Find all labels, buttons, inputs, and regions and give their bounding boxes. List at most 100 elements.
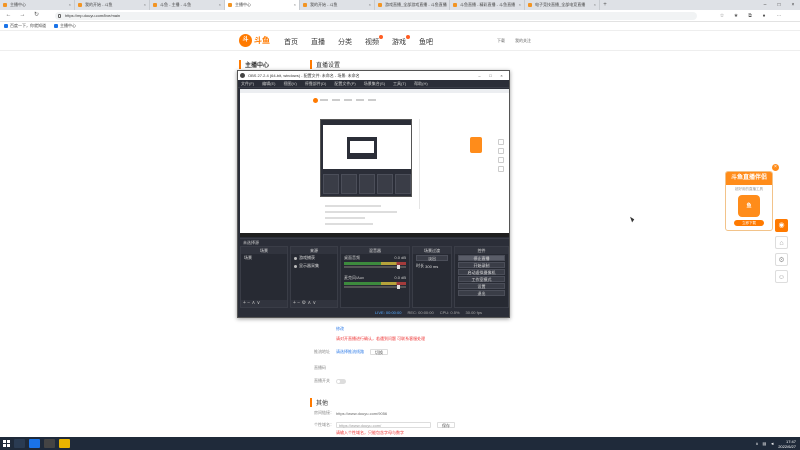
folder-icon[interactable]	[59, 439, 70, 448]
minimize-icon[interactable]: –	[758, 0, 772, 10]
section-title: 直播设置	[310, 60, 340, 69]
nav-video[interactable]: 视频	[365, 35, 383, 47]
clock[interactable]: 17:47 2022/6/27	[778, 439, 796, 449]
transitions-dock: 场景过渡 淡出 时长 300 ms	[412, 246, 452, 308]
nav-live[interactable]: 直播	[311, 37, 325, 47]
volume-icon[interactable]: ◄	[770, 441, 774, 446]
transition-select[interactable]: 淡出	[416, 255, 448, 261]
stop-streaming-button[interactable]: 停止直播	[458, 255, 505, 261]
studio-mode-button[interactable]: 工作室模式	[458, 276, 505, 282]
menu-view[interactable]: 视图(V)	[283, 80, 296, 87]
scenes-dock-toolbar[interactable]: + − ∧ ∨	[241, 300, 287, 307]
streamer-tool-ad[interactable]: 斗鱼直播伴侣 超好用的直播工具 鱼 立即下载	[725, 171, 773, 231]
settings-float-icon[interactable]: ⚙	[775, 253, 788, 266]
task-view-icon[interactable]	[14, 439, 25, 448]
custom-domain-save-button[interactable]: 保存	[437, 422, 455, 428]
close-tab-icon[interactable]: ×	[444, 2, 446, 7]
virtual-camera-button[interactable]: 启动虚拟摄像机	[458, 269, 505, 275]
close-tab-icon[interactable]: ×	[519, 2, 521, 7]
browser-tab[interactable]: 主播中心 ×	[0, 0, 75, 10]
browser-tab[interactable]: 斗鱼 - 主播 - 斗鱼 ×	[150, 0, 225, 10]
url-input[interactable]: https://mp.douyu.com/live/main	[55, 12, 697, 20]
tray-arrow-icon[interactable]: ∧	[756, 441, 759, 446]
switch-button[interactable]: 切换	[370, 349, 388, 355]
fps-readout: 30.00 fps	[465, 310, 482, 315]
other-section-title: 其他	[310, 398, 328, 407]
menu-profile[interactable]: 配置文件(P)	[334, 80, 355, 87]
stream-line-select[interactable]: 请选择推流线路	[336, 349, 364, 355]
back-arrow-icon[interactable]: ←	[4, 11, 13, 20]
more-icon[interactable]: ⋯	[775, 12, 783, 20]
mouse-cursor-icon	[630, 215, 635, 223]
douyu-logo[interactable]: 斗 斗鱼	[239, 34, 270, 47]
scene-item[interactable]: 场景	[241, 254, 287, 262]
source-item[interactable]: 游戏捕获	[291, 254, 337, 262]
profile-icon[interactable]: ●	[760, 12, 768, 20]
close-tab-icon[interactable]: ×	[594, 2, 596, 7]
source-item[interactable]: 显示器采集	[291, 262, 337, 270]
close-tab-icon[interactable]: ×	[144, 2, 146, 7]
ad-download-button[interactable]: 立即下载	[734, 220, 764, 226]
settings-button[interactable]: 设置	[458, 283, 505, 289]
menu-tools[interactable]: 工具(T)	[393, 80, 406, 87]
maximize-icon[interactable]: □	[485, 71, 496, 80]
close-icon[interactable]: ×	[786, 0, 800, 10]
home-float-icon[interactable]: ⌂	[775, 236, 788, 249]
nav-game[interactable]: 游戏	[392, 35, 410, 47]
browser-tab[interactable]: 我的开始 - 斗鱼 ×	[75, 0, 150, 10]
follow-link[interactable]: 我的关注	[515, 38, 531, 44]
nav-yuba[interactable]: 鱼吧	[419, 37, 433, 47]
edit-link[interactable]: 修改	[336, 326, 344, 332]
bookmark-item[interactable]: 百度一下，你就知道	[4, 22, 46, 30]
close-tab-icon[interactable]: ×	[369, 2, 371, 7]
sources-dock-toolbar[interactable]: + − ⚙ ∧ ∨	[291, 300, 337, 307]
close-tab-icon[interactable]: ×	[294, 2, 296, 7]
transition-duration[interactable]: 300 ms	[425, 264, 438, 269]
menu-file[interactable]: 文件(F)	[241, 80, 254, 87]
edge-browser-icon[interactable]	[29, 439, 40, 448]
download-link[interactable]: 下载	[497, 38, 505, 44]
menu-docks[interactable]: 停靠部件(D)	[305, 80, 327, 87]
nav-home[interactable]: 首页	[284, 37, 298, 47]
close-icon[interactable]: ×	[496, 71, 507, 80]
browser-tab[interactable]: 游戏直播_全部游戏直播 - 斗鱼直播 ×	[375, 0, 450, 10]
ad-app-icon: 鱼	[738, 195, 760, 217]
new-tab-button[interactable]: +	[600, 0, 610, 10]
volume-slider[interactable]	[344, 265, 406, 269]
volume-slider[interactable]	[344, 285, 406, 289]
obs-preview-canvas[interactable]	[240, 89, 509, 237]
nav-category[interactable]: 分类	[338, 37, 352, 47]
eye-icon[interactable]	[294, 264, 297, 268]
obs-taskbar-icon[interactable]	[44, 439, 55, 448]
maximize-icon[interactable]: □	[772, 0, 786, 10]
feedback-float-icon[interactable]: ☺	[775, 270, 788, 283]
live-float-icon[interactable]: ◉	[775, 219, 788, 232]
reload-icon[interactable]: ↻	[32, 11, 41, 20]
menu-edit[interactable]: 编辑(E)	[262, 80, 275, 87]
browser-tab[interactable]: 我的开始 - 斗鱼 ×	[300, 0, 375, 10]
live-toggle[interactable]	[336, 378, 346, 384]
minimize-icon[interactable]: –	[474, 71, 485, 80]
browser-tab-active[interactable]: 主播中心 ×	[225, 0, 300, 10]
browser-tab[interactable]: 斗鱼直播 - 精彩直播 - 斗鱼直播 ×	[450, 0, 525, 10]
menu-scene-collection[interactable]: 场景集合(S)	[364, 80, 385, 87]
bookmark-item[interactable]: 主播中心	[54, 22, 76, 30]
forward-arrow-icon[interactable]: →	[18, 11, 27, 20]
browser-tab[interactable]: 电子竞技直播_全部电竞直播 ×	[525, 0, 600, 10]
menu-help[interactable]: 帮助(H)	[414, 80, 428, 87]
collections-icon[interactable]: ⧉	[746, 12, 754, 20]
close-tab-icon[interactable]: ×	[69, 2, 71, 7]
windows-start-icon[interactable]	[0, 437, 12, 450]
eye-icon[interactable]	[294, 256, 297, 260]
custom-domain-input[interactable]: https://www.douyu.com/	[336, 422, 431, 428]
network-icon[interactable]: ▤	[762, 441, 766, 446]
start-recording-button[interactable]: 开始录制	[458, 262, 505, 268]
close-tab-icon[interactable]: ×	[219, 2, 221, 7]
favorites-icon[interactable]: ★	[732, 12, 740, 20]
preview-ad	[470, 137, 482, 153]
ad-close-icon[interactable]: ×	[772, 164, 779, 171]
mixer-channel: 麦克风/Aux 0.0 dB	[341, 274, 409, 289]
exit-button[interactable]: 退出	[458, 290, 505, 296]
live-timer: LIVE: 00:00:00	[375, 310, 402, 315]
star-icon[interactable]: ☆	[718, 12, 726, 20]
